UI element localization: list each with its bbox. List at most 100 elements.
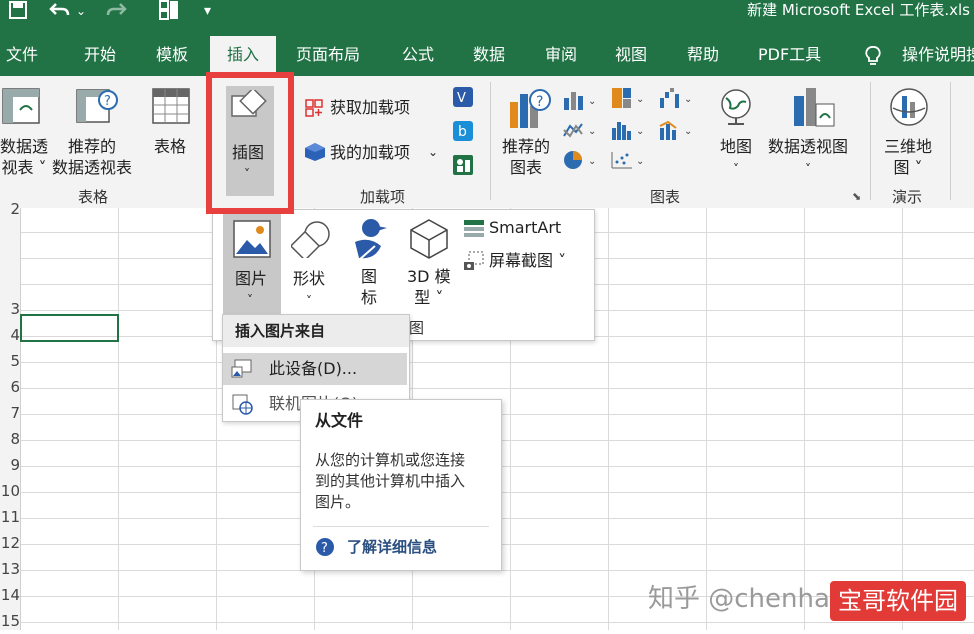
scatter-chart-icon[interactable]: ⌄: [610, 150, 646, 174]
tab-data[interactable]: 数据: [473, 36, 505, 76]
charts-dialog-launcher-icon[interactable]: ⬊: [852, 190, 861, 203]
svg-text:b: b: [458, 124, 467, 140]
group-separator: [950, 82, 951, 200]
tooltip-body-line-1: 从您的计算机或您连接: [315, 451, 466, 469]
tab-template[interactable]: 模板: [156, 36, 188, 76]
learn-more-link[interactable]: 了解详细信息: [347, 537, 437, 558]
statistic-chart-icon[interactable]: ⌄: [610, 120, 646, 144]
row-number[interactable]: 3: [0, 296, 20, 322]
pictures-button[interactable]: 图片 ˅: [223, 214, 281, 314]
bing-maps-icon[interactable]: b: [452, 120, 474, 146]
row-number[interactable]: 5: [0, 348, 20, 374]
line-chart-icon[interactable]: ⌄: [562, 120, 598, 144]
this-device-label: 此设备(D)...: [269, 359, 358, 378]
row-number[interactable]: 4: [0, 322, 20, 348]
svg-text:⌄: ⌄: [684, 94, 692, 105]
row-number[interactable]: 12: [0, 530, 20, 556]
tab-insert[interactable]: 插入: [210, 36, 276, 76]
row-number[interactable]: 7: [0, 400, 20, 426]
recommended-pivot-icon: ?: [76, 86, 120, 130]
pivot-table-label-2: 视表 ˅: [1, 158, 47, 177]
watermark-text: 知乎 @chenhan: [648, 584, 847, 614]
my-addins-dropdown-icon[interactable]: ⌄: [428, 142, 438, 163]
tooltip-body-line-3: 图片。: [315, 493, 361, 511]
recommended-pivot-button[interactable]: 推荐的 数据透视表: [52, 136, 132, 178]
row-number[interactable]: 8: [0, 426, 20, 452]
3d-model-button[interactable]: 3D 模 型 ˅: [407, 266, 451, 308]
pie-chart-icon[interactable]: ⌄: [562, 150, 598, 174]
ribbon: 数据透 视表 ˅ ? 推荐的 数据透视表 表格 表格 插图 ˅ 获取加载项 我的…: [0, 76, 974, 209]
icons-label-1: 图: [361, 267, 378, 286]
svg-text:V: V: [457, 91, 466, 106]
tab-pdf-tools[interactable]: PDF工具: [758, 36, 821, 76]
pivot-table-button[interactable]: 数据透 视表 ˅: [0, 136, 48, 178]
help-icon: ?: [315, 537, 335, 561]
row-number[interactable]: 11: [0, 504, 20, 530]
map-chart-button[interactable]: 地图 ˅: [720, 136, 752, 180]
icons-button[interactable]: 图 标: [361, 266, 377, 308]
pictures-label: 图片: [235, 269, 268, 288]
ribbon-tabs: 文件 开始 模板 插入 页面布局 公式 数据 审阅 视图 帮助 PDF工具 操作…: [0, 36, 974, 76]
get-addins-button[interactable]: 获取加载项: [330, 97, 410, 118]
hierarchy-chart-icon[interactable]: ⌄: [610, 86, 646, 114]
table-icon: [152, 88, 190, 128]
tooltip-divider: [313, 526, 489, 527]
combo-chart-icon[interactable]: ⌄: [658, 120, 694, 144]
row-number[interactable]: 15: [0, 608, 20, 634]
active-cell[interactable]: [20, 314, 119, 342]
pivot-table-icon: [2, 88, 40, 128]
pivot-chart-icon: [792, 86, 836, 132]
3d-map-button[interactable]: 三维地 图 ˅: [884, 136, 932, 178]
customize-qat-icon[interactable]: ▾: [204, 0, 211, 22]
tab-help[interactable]: 帮助: [687, 36, 719, 76]
undo-icon[interactable]: [48, 0, 72, 22]
pivot-chart-button[interactable]: 数据透视图 ˅: [768, 136, 848, 180]
tab-formulas[interactable]: 公式: [402, 36, 434, 76]
illustrations-group-label: 图: [409, 319, 425, 337]
row-number[interactable]: 9: [0, 452, 20, 478]
redo-icon[interactable]: [104, 0, 128, 22]
smartart-button[interactable]: SmartArt: [489, 217, 561, 238]
3d-model-label-1: 3D 模: [407, 267, 451, 286]
tab-view[interactable]: 视图: [615, 36, 647, 76]
table-button[interactable]: 表格: [154, 136, 186, 157]
svg-text:?: ?: [536, 94, 543, 110]
tab-home[interactable]: 开始: [84, 36, 116, 76]
tab-page-layout[interactable]: 页面布局: [296, 36, 360, 76]
my-addins-button[interactable]: 我的加载项: [330, 142, 410, 163]
tooltip-body: 从您的计算机或您连接 到的其他计算机中插入 图片。: [315, 450, 465, 513]
recommended-charts-button[interactable]: 推荐的 图表: [502, 136, 550, 178]
tab-file[interactable]: 文件: [6, 36, 38, 76]
waterfall-chart-icon[interactable]: ⌄: [658, 86, 694, 114]
screenshot-icon: [463, 250, 485, 276]
visio-icon[interactable]: V: [452, 86, 474, 112]
row-number[interactable]: 6: [0, 374, 20, 400]
my-addins-icon: [304, 142, 326, 166]
row-number[interactable]: 14: [0, 582, 20, 608]
menu-header: 插入图片来自: [223, 315, 409, 347]
device-icon: [231, 359, 253, 383]
tell-me-search[interactable]: 操作说明搜: [902, 36, 974, 76]
title-bar: ⌄ ▾ 新建 Microsoft Excel 工作表.xls: [0, 0, 974, 36]
undo-dropdown-icon[interactable]: ⌄: [76, 0, 86, 22]
row-number[interactable]: 13: [0, 556, 20, 582]
this-device-item[interactable]: 此设备(D)...: [223, 353, 407, 385]
get-addins-icon: [304, 98, 324, 122]
people-graph-icon[interactable]: [452, 154, 474, 180]
column-chart-icon[interactable]: ⌄: [562, 90, 598, 114]
window-title: 新建 Microsoft Excel 工作表.xls: [747, 1, 970, 19]
form-icon[interactable]: [158, 0, 180, 22]
group-separator: [870, 82, 871, 200]
svg-text:⌄: ⌄: [636, 94, 644, 105]
group-label-addins: 加载项: [360, 188, 406, 206]
shapes-label: 形状: [293, 269, 326, 288]
shapes-icon: [289, 220, 333, 262]
save-icon[interactable]: [8, 0, 28, 22]
row-number[interactable]: 10: [0, 478, 20, 504]
svg-text:⌄: ⌄: [588, 156, 596, 167]
tab-review[interactable]: 审阅: [545, 36, 577, 76]
screenshot-button[interactable]: 屏幕截图 ˅: [489, 250, 566, 271]
row-number[interactable]: 2: [0, 196, 20, 222]
shapes-button[interactable]: 形状 ˅: [293, 268, 325, 312]
recommended-charts-label-1: 推荐的: [502, 137, 551, 156]
